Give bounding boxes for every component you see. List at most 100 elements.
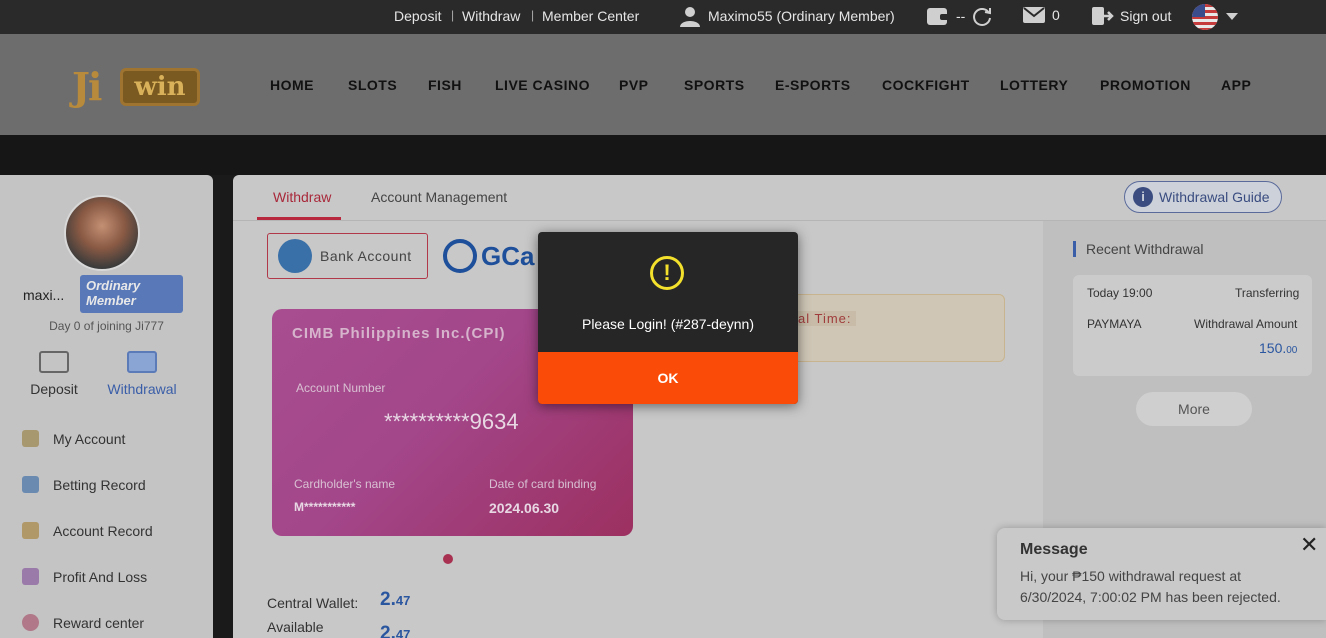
nav-live-casino[interactable]: LIVE CASINO — [495, 77, 590, 93]
reward-icon — [22, 614, 39, 631]
withdrawal-amount: 150.00 — [1259, 340, 1298, 356]
sidebar-item-betting-record[interactable]: Betting Record — [22, 476, 146, 493]
withdraw-link[interactable]: Withdraw — [462, 8, 520, 24]
cardholder-label: Cardholder's name — [294, 477, 396, 491]
member-sidebar: maxi... Ordinary Member Day 0 of joining… — [0, 175, 213, 638]
tab-account-management[interactable]: Account Management — [371, 189, 507, 205]
nav-esports[interactable]: E-SPORTS — [775, 77, 851, 93]
avatar — [64, 195, 140, 271]
language-selector[interactable] — [1192, 4, 1238, 30]
withdrawal-card-icon — [127, 351, 157, 373]
alert-message: Please Login! (#287-deynn) — [581, 316, 754, 332]
main-header: Ji win HOME SLOTS FISH LIVE CASINO PVP S… — [0, 34, 1326, 135]
withdrawal-guide-button[interactable]: i Withdrawal Guide — [1124, 181, 1282, 213]
separator: | — [451, 8, 455, 22]
user-info[interactable]: Maximo55 (Ordinary Member) — [678, 4, 895, 28]
member-level-badge: Ordinary Member — [80, 275, 183, 313]
nav-slots[interactable]: SLOTS — [348, 77, 397, 93]
nav-lottery[interactable]: LOTTERY — [1000, 77, 1068, 93]
deposit-icon — [39, 351, 69, 373]
join-day-text: Day 0 of joining Ji777 — [49, 319, 164, 333]
sidebar-item-label: Betting Record — [53, 476, 146, 493]
recent-withdrawal-item[interactable]: Today 19:00 Transferring PAYMAYA Withdra… — [1073, 275, 1312, 376]
binding-date: 2024.06.30 — [489, 500, 560, 516]
quick-withdrawal[interactable]: Withdrawal — [102, 351, 182, 397]
carousel-dot[interactable] — [443, 554, 453, 564]
gcash-option[interactable]: GCa — [439, 233, 539, 279]
ok-button[interactable]: OK — [538, 352, 798, 404]
user-icon — [680, 7, 700, 27]
deposit-link[interactable]: Deposit — [394, 8, 441, 24]
nav-pvp[interactable]: PVP — [619, 77, 649, 93]
central-wallet-row: Central Wallet: 2.47 — [267, 589, 410, 611]
sidebar-item-label: Account Record — [53, 522, 153, 539]
account-icon — [22, 430, 39, 447]
nav-promotion[interactable]: PROMOTION — [1100, 77, 1191, 93]
nav-fish[interactable]: FISH — [428, 77, 462, 93]
withdrawal-status: Transferring — [1235, 286, 1300, 300]
account-number: **********9634 — [384, 409, 519, 434]
card-bank-name: CIMB Philippines Inc.(CPI) — [292, 325, 506, 342]
binding-date-label: Date of card binding — [489, 477, 597, 491]
sidebar-item-label: Reward center — [53, 614, 145, 631]
quick-deposit[interactable]: Deposit — [14, 351, 94, 397]
withdrawal-time: Today 19:00 — [1087, 286, 1153, 300]
nav-home[interactable]: HOME — [270, 77, 314, 93]
bank-account-option[interactable]: Bank Account — [267, 233, 428, 279]
refresh-icon[interactable] — [971, 5, 993, 27]
profit-loss-icon — [22, 568, 39, 585]
bank-icon — [278, 239, 312, 273]
close-icon[interactable]: ✕ — [1300, 532, 1318, 558]
tab-withdraw[interactable]: Withdraw — [273, 189, 331, 205]
tab-bar: Withdraw Account Management i Withdrawal… — [233, 175, 1326, 221]
site-logo[interactable]: Ji win — [72, 64, 202, 109]
header-band — [0, 135, 1326, 175]
login-alert-dialog: ! Please Login! (#287-deynn) OK — [538, 232, 798, 404]
wallet-value: -- — [956, 8, 966, 24]
nav-cockfight[interactable]: COCKFIGHT — [882, 77, 970, 93]
warning-icon: ! — [650, 256, 684, 290]
nav-sports[interactable]: SPORTS — [684, 77, 745, 93]
quick-withdrawal-label: Withdrawal — [107, 381, 177, 397]
mail-count: 0 — [1052, 7, 1060, 23]
toast-body: Hi, your ₱150 withdrawal request at 6/30… — [1020, 568, 1281, 605]
available-amount: 2.47 — [380, 623, 411, 638]
sign-out-button[interactable]: Sign out — [1090, 4, 1171, 28]
separator: | — [531, 8, 535, 22]
withdrawal-time-box: al Time: — [773, 294, 1005, 362]
quick-deposit-label: Deposit — [30, 381, 78, 397]
sidebar-item-label: Profit And Loss — [53, 568, 148, 585]
gcash-logo-icon — [443, 239, 477, 273]
gcash-label: GCa — [481, 240, 535, 271]
withdrawal-amount-label: Withdrawal Amount — [1194, 317, 1298, 331]
wallet-icon — [927, 8, 949, 25]
member-center-link[interactable]: Member Center — [542, 8, 639, 24]
withdrawal-guide-label: Withdrawal Guide — [1159, 189, 1270, 205]
available-row: Available 2.47 — [267, 619, 410, 638]
toast-title: Message — [1020, 541, 1088, 558]
mail-icon — [1023, 7, 1045, 23]
bank-account-label: Bank Account — [320, 248, 412, 264]
account-record-icon — [22, 522, 39, 539]
message-toast: Message ✕ Hi, your ₱150 withdrawal reque… — [997, 528, 1326, 620]
cardholder-name: M*********** — [294, 500, 356, 514]
available-label: Available — [267, 619, 324, 635]
withdrawal-method: PAYMAYA — [1087, 317, 1142, 331]
sign-out-icon — [1092, 7, 1114, 25]
sidebar-item-profit-and-loss[interactable]: Profit And Loss — [22, 568, 147, 585]
more-button[interactable]: More — [1136, 392, 1252, 426]
wallet-balance: -- — [926, 5, 993, 27]
sidebar-username: maxi... — [23, 287, 65, 303]
username-label: Maximo55 (Ordinary Member) — [708, 8, 895, 24]
sign-out-label: Sign out — [1120, 8, 1172, 24]
active-tab-indicator — [257, 217, 341, 220]
nav-app[interactable]: APP — [1221, 77, 1251, 93]
sidebar-item-reward-center[interactable]: Reward center — [22, 614, 144, 631]
top-bar: Deposit | Withdraw | Member Center Maxim… — [0, 0, 1326, 34]
sidebar-item-account-record[interactable]: Account Record — [22, 522, 153, 539]
betting-record-icon — [22, 476, 39, 493]
mail-counter[interactable]: 0 — [1022, 6, 1060, 24]
withdrawal-time-label: al Time: — [794, 311, 856, 326]
sidebar-item-my-account[interactable]: My Account — [22, 430, 125, 447]
logo-text-ji: Ji — [72, 64, 102, 109]
